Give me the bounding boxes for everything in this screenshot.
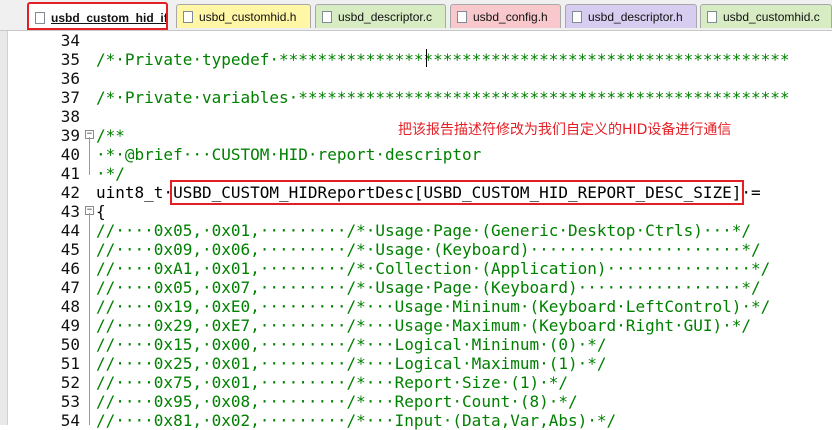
code-line: 35/*·Private·typedef·*******************… — [0, 50, 832, 69]
code-line: 41 ·*/ — [0, 164, 832, 183]
code-line: 47//····0x05,·0x07,·········/*·Usage·Pag… — [0, 278, 832, 297]
line-number: 44 — [60, 221, 80, 240]
line-number: 40 — [60, 145, 80, 164]
code-line: 52//····0x75,·0x01,·········/*···Report·… — [0, 373, 832, 392]
text-cursor — [426, 49, 427, 67]
line-number: 43 — [60, 202, 80, 221]
line-number: 39 — [60, 126, 80, 145]
code-line: 54//····0x81,·0x02,·········/*···Input·(… — [0, 411, 832, 430]
line-number: 41 — [60, 164, 80, 183]
tab-usbd-customhid-c[interactable]: usbd_customhid.c — [700, 4, 832, 28]
tab-usbd-config-h[interactable]: usbd_config.h — [450, 4, 561, 28]
file-icon — [322, 11, 332, 23]
code-editor[interactable]: 34 35/*·Private·typedef·****************… — [0, 31, 832, 430]
line-number: 50 — [60, 335, 80, 354]
file-icon — [572, 11, 582, 23]
annotation-note: 把该报告描述符修改为我们自定义的HID设备进行通信 — [398, 122, 732, 138]
file-icon — [183, 11, 193, 23]
code-line: 43−{ — [0, 202, 832, 221]
line-number: 53 — [60, 392, 80, 411]
code-line: 40 ·*·@brief···CUSTOM·HID·report·descript… — [0, 145, 832, 164]
code-line: 37/*·Private·variables·*****************… — [0, 88, 832, 107]
code-line: 42 uint8_t·USBD_CUSTOM_HIDReportDesc[USBD… — [0, 180, 832, 205]
line-number: 51 — [60, 354, 80, 373]
highlighted-descriptor-name: USBD_CUSTOM_HIDReportDesc[USBD_CUSTOM_HI… — [170, 180, 745, 205]
code-line: 46//····0xA1,·0x01,·········/*·Collectio… — [0, 259, 832, 278]
line-number: 47 — [60, 278, 80, 297]
code-line: 53//····0x95,·0x08,·········/*···Report·… — [0, 392, 832, 411]
tab-usbd-customhid-h[interactable]: usbd_customhid.h — [176, 4, 311, 28]
file-icon — [707, 11, 717, 23]
code-line: 34 — [0, 31, 832, 50]
code-line: 50//····0x15,·0x00,·········/*···Logical… — [0, 335, 832, 354]
code-line: 49//····0x29,·0xE7,·········/*···Usage·M… — [0, 316, 832, 335]
line-number: 36 — [60, 69, 80, 88]
code-line: 45//····0x09,·0x06,·········/*·Usage·(Ke… — [0, 240, 832, 259]
line-number: 35 — [60, 50, 80, 69]
line-number: 45 — [60, 240, 80, 259]
code-line: 51//····0x25,·0x01,·········/*···Logical… — [0, 354, 832, 373]
line-number: 49 — [60, 316, 80, 335]
tab-usbd-descriptor-c[interactable]: usbd_descriptor.c — [315, 4, 446, 28]
fold-guide — [89, 213, 90, 425]
line-number: 37 — [60, 88, 80, 107]
code-line: 36 — [0, 69, 832, 88]
line-number: 52 — [60, 373, 80, 392]
line-number: 48 — [60, 297, 80, 316]
line-number: 42 — [60, 183, 80, 202]
file-icon — [35, 12, 45, 24]
code-line: 48//····0x19,·0xE0,·········/*···Usage·M… — [0, 297, 832, 316]
fold-guide — [89, 137, 90, 175]
tab-usbd-descriptor-h[interactable]: usbd_descriptor.h — [565, 4, 697, 28]
line-number: 46 — [60, 259, 80, 278]
line-number: 54 — [60, 411, 80, 430]
line-number: 34 — [60, 31, 80, 50]
code-line: 44//····0x05,·0x01,·········/*·Usage·Pag… — [0, 221, 832, 240]
file-icon — [457, 11, 467, 23]
line-number: 38 — [60, 107, 80, 126]
tab-usbd-custom-hid-if-c[interactable]: usbd_custom_hid_if.c — [27, 2, 168, 30]
editor-tab-bar: usbd_custom_hid_if.c usbd_customhid.h us… — [0, 0, 832, 31]
